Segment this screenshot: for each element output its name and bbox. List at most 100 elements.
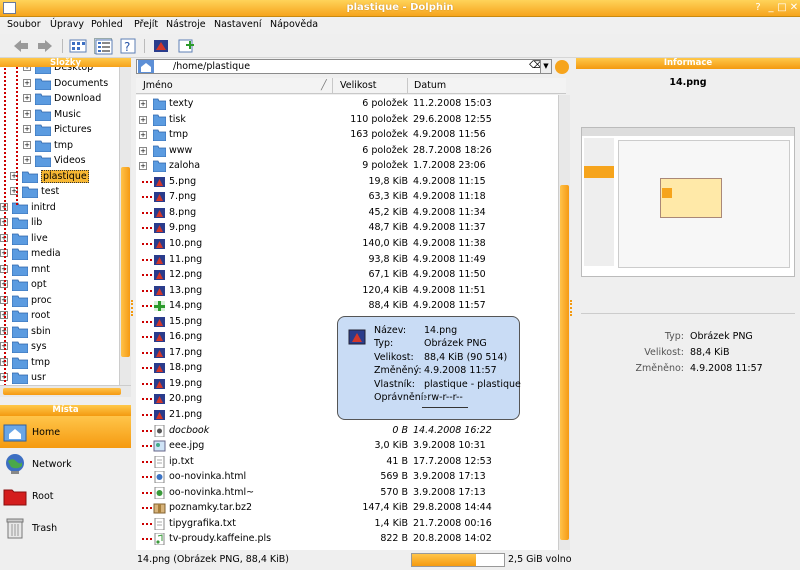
file-row[interactable]: + www 6 položek 28.7.2008 18:26 [136,143,558,159]
file-row[interactable]: + tisk 110 položek 29.6.2008 12:55 [136,112,558,128]
folder-tree-item[interactable]: + live [0,231,119,246]
place-label: Root [32,491,54,502]
go-reload-icon[interactable] [555,60,569,74]
file-row[interactable]: 13.png 120,4 KiB 4.9.2008 11:51 [136,283,558,299]
folder-tree-item[interactable]: + usr [0,370,119,385]
file-row[interactable]: 8.png 45,2 KiB 4.9.2008 11:34 [136,205,558,221]
folder-icon [12,279,28,291]
column-size[interactable]: Velikost [340,80,377,91]
file-row[interactable]: 10.png 140,0 KiB 4.9.2008 11:38 [136,236,558,252]
file-row[interactable]: 7.png 63,3 KiB 4.9.2008 11:18 [136,189,558,205]
forward-icon[interactable] [36,38,54,54]
file-row[interactable]: + zaloha 9 položek 1.7.2008 23:06 [136,158,558,174]
png-hover-file-icon [154,301,165,312]
help-window-icon[interactable]: ? [752,2,764,14]
menu-nastroje[interactable]: Nástroje [166,19,206,30]
expand-icon[interactable]: + [139,146,147,155]
file-row[interactable]: + texty 6 položek 11.2.2008 15:03 [136,96,558,112]
file-row[interactable]: 14.png 88,4 KiB 4.9.2008 11:57 [136,298,558,314]
expand-icon[interactable]: + [23,109,31,118]
expand-icon[interactable]: + [139,115,147,124]
folder-tree-item[interactable]: + lib [0,215,119,230]
status-text: 14.png (Obrázek PNG, 88,4 KiB) [137,554,290,565]
folder-tree-item[interactable]: + sys [0,339,119,354]
location-dropdown-icon[interactable]: ▼ [540,59,552,74]
folder-tree-item[interactable]: + root [0,308,119,323]
tooltip-value: -rw-r--r-- [424,392,463,403]
folder-label: Music [54,108,82,120]
file-row[interactable]: poznamky.tar.bz2 147,4 KiB 29.8.2008 14:44 [136,500,558,516]
folder-icon [22,171,38,183]
folder-tree-item[interactable]: + media [0,246,119,261]
location-bar[interactable]: /home/plastique ⌫ [136,59,552,74]
file-row[interactable]: 11.png 93,8 KiB 4.9.2008 11:49 [136,252,558,268]
files-scrollbar[interactable] [558,95,570,551]
expand-icon[interactable]: + [139,162,147,171]
place-home[interactable]: Home [0,416,131,448]
splitter-left[interactable] [131,300,134,316]
file-row[interactable]: eee.jpg 3,0 KiB 3.9.2008 10:31 [136,438,558,454]
expand-icon[interactable]: + [139,131,147,140]
back-icon[interactable] [12,38,30,54]
file-row[interactable]: docbook 0 B 14.4.2008 16:22 [136,423,558,439]
tooltip-value: 14.png [424,325,458,336]
menu-pohled[interactable]: Pohled [91,19,123,30]
menu-upravy[interactable]: Úpravy [50,19,84,30]
details-view-icon[interactable] [94,38,113,55]
folder-label: Desktop [54,67,94,73]
file-date: 11.2.2008 15:03 [413,98,492,109]
place-network[interactable]: Network [0,448,131,480]
file-name: zaloha [169,160,201,172]
file-row[interactable]: 5.png 19,8 KiB 4.9.2008 11:15 [136,174,558,190]
splitter-right[interactable] [570,300,573,316]
home-location-icon[interactable] [138,60,154,73]
file-row[interactable]: + tmp 163 položek 4.9.2008 11:56 [136,127,558,143]
file-date: 28.7.2008 18:26 [413,144,492,156]
folders-h-scrollbar[interactable] [0,385,131,397]
file-size: 45,2 KiB [368,206,408,218]
place-label: Home [32,427,61,438]
file-row[interactable]: 12.png 67,1 KiB 4.9.2008 11:50 [136,267,558,283]
file-row[interactable]: oo-novinka.html 569 B 3.9.2008 17:13 [136,469,558,485]
close-icon[interactable]: ✕ [788,2,800,14]
folder-tree-item[interactable]: + tmp [0,355,119,370]
tree-line [142,460,152,463]
maximize-icon[interactable]: □ [776,2,788,14]
jpg-file-icon [153,440,166,452]
column-date[interactable]: Datum [414,80,446,91]
expand-icon[interactable]: + [23,125,31,133]
file-row[interactable]: oo-novinka.html~ 570 B 3.9.2008 17:13 [136,485,558,501]
folders-scrollbar[interactable] [119,67,131,385]
menu-napoveda[interactable]: Nápověda [270,19,318,30]
expand-icon[interactable]: + [23,156,31,164]
icons-view-icon[interactable] [69,38,87,54]
expand-icon[interactable]: + [23,67,31,71]
folder-icon [12,341,28,353]
folder-tree-item[interactable]: + opt [0,277,119,292]
place-trash[interactable]: Trash [0,512,131,544]
expand-icon[interactable]: + [23,78,31,87]
folder-tree-item[interactable]: + sbin [0,324,119,339]
menu-prejit[interactable]: Přejít [134,19,158,30]
png-file-icon [154,223,165,234]
preview-icon[interactable] [152,38,170,54]
expand-icon[interactable]: + [23,94,31,102]
expand-icon[interactable]: + [139,100,147,108]
folder-icon [12,233,28,245]
help-icon[interactable]: ? [119,38,137,54]
place-root[interactable]: Root [0,480,131,512]
file-row[interactable]: tv-proudy.kaffeine.pls 822 B 20.8.2008 14:… [136,531,558,547]
column-name[interactable]: Jméno [143,80,173,91]
file-row[interactable]: 9.png 48,7 KiB 4.9.2008 11:37 [136,220,558,236]
png-file-icon [154,332,165,343]
menu-soubor[interactable]: Soubor [7,19,41,30]
new-tab-icon[interactable] [177,38,195,54]
expand-icon[interactable]: + [23,140,31,149]
file-row[interactable]: ip.txt 41 B 17.7.2008 12:53 [136,454,558,470]
file-row[interactable]: tipygrafika.txt 1,4 KiB 21.7.2008 00:16 [136,516,558,532]
file-date: 17.7.2008 12:53 [413,455,492,467]
menu-nastaveni[interactable]: Nastavení [214,19,262,30]
folder-tree-item[interactable]: + mnt [0,262,119,277]
tree-line [142,320,152,323]
folder-tree-item[interactable]: + proc [0,293,119,308]
